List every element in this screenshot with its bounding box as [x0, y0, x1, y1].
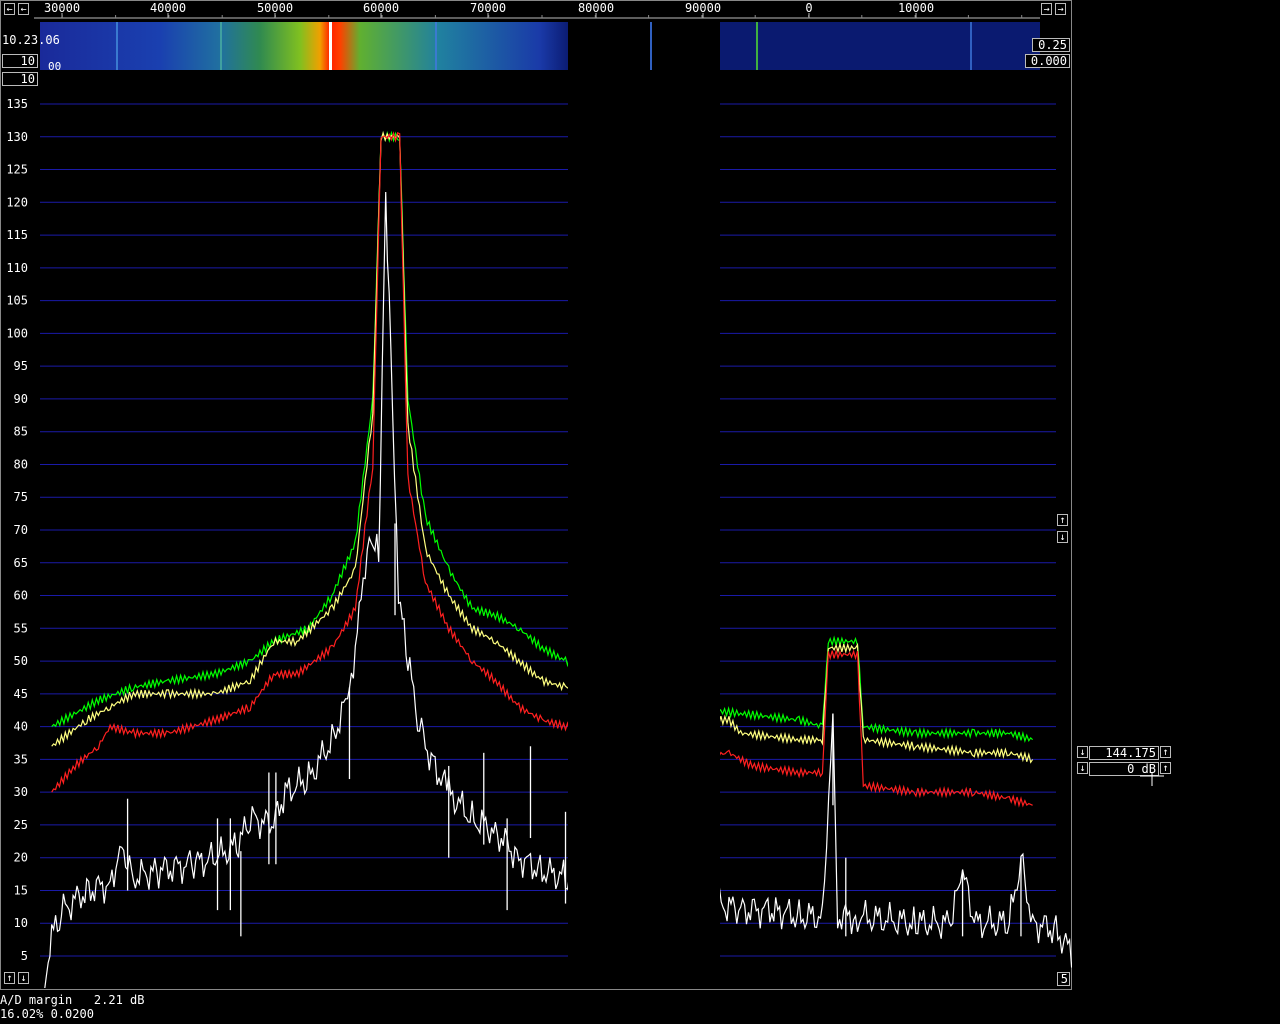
db-label: 00: [48, 60, 62, 73]
waterfall-display[interactable]: [40, 22, 1040, 70]
y-tick-label: 110: [6, 261, 28, 275]
y-tick-label: 130: [6, 130, 28, 144]
series-line-white: [44, 191, 1072, 988]
level-up-button[interactable]: ↑: [1057, 514, 1068, 526]
freq-tick-label: 50000: [257, 1, 293, 15]
gain-down-button[interactable]: ↓: [1077, 762, 1088, 774]
y-tick-label: 115: [6, 228, 28, 242]
y-tick-label: 70: [14, 523, 28, 537]
range-down-button[interactable]: ↓: [18, 972, 29, 984]
y-tick-label: 20: [14, 851, 28, 865]
freq-tick-label: 10000: [898, 1, 934, 15]
y-tick-label: 10: [14, 916, 28, 930]
frequency-ruler: 30000 40000 50000 60000 70000 80000 90000 0 1000…: [34, 1, 1040, 19]
ad-margin-text: A/D margin 2.21 dB: [0, 993, 145, 1007]
y-tick-label: 95: [14, 359, 28, 373]
main-avg-box[interactable]: 10: [2, 72, 38, 86]
freq-tick-label: 70000: [470, 1, 506, 15]
freq-tick-label: 80000: [578, 1, 614, 15]
waterfall-offset-box[interactable]: 0.000: [1025, 54, 1070, 68]
y-tick-label: 25: [14, 818, 28, 832]
series-line-yellow: [51, 130, 1034, 764]
range-up-button[interactable]: ↑: [4, 972, 15, 984]
series-line-green: [51, 130, 1034, 743]
y-tick-label: 105: [6, 294, 28, 308]
y-tick-label: 125: [6, 163, 28, 177]
clock-time: 10.23.06: [2, 33, 60, 47]
y-tick-label: 50: [14, 654, 28, 668]
y-tick-label: 30: [14, 785, 28, 799]
freq-tick-label: 0: [805, 1, 812, 15]
spectrum-chart[interactable]: 5 10 15 20 25 30 35 40 45 50 55 60 65 70 75 80 85 90 95 100…: [0, 88, 1072, 988]
y-tick-label: 100: [6, 326, 28, 340]
y-tick-label: 90: [14, 392, 28, 406]
freq-down-button[interactable]: ↓: [1077, 746, 1088, 758]
y-tick-label: 60: [14, 589, 28, 603]
avg-count-box[interactable]: 10: [2, 54, 38, 68]
freq-tick-label: 60000: [363, 1, 399, 15]
y-tick-label: 65: [14, 556, 28, 570]
y-tick-label: 55: [14, 621, 28, 635]
y-tick-label: 80: [14, 457, 28, 471]
freq-tick-label: 40000: [150, 1, 186, 15]
percentage-text: 16.02% 0.0200: [0, 1007, 94, 1021]
y-tick-label: 40: [14, 720, 28, 734]
y-tick-label: 135: [6, 97, 28, 111]
y-tick-label: 45: [14, 687, 28, 701]
y-tick-label: 15: [14, 883, 28, 897]
level-down-button[interactable]: ↓: [1057, 531, 1068, 543]
y-tick-label: 120: [6, 195, 28, 209]
series-line-red: [51, 131, 1033, 808]
freq-tick-label: 90000: [685, 1, 721, 15]
y-tick-label: 75: [14, 490, 28, 504]
freq-tick-label: 30000: [44, 1, 80, 15]
freq-up-button[interactable]: ↑: [1160, 746, 1171, 758]
blanked-region: [568, 88, 720, 968]
waterfall-gain-box[interactable]: 0.25: [1032, 38, 1070, 52]
step-box[interactable]: 5: [1057, 972, 1070, 986]
y-tick-label: 85: [14, 425, 28, 439]
y-tick-label: 35: [14, 752, 28, 766]
y-tick-label: 5: [21, 949, 28, 963]
s-meter-marker: [1140, 772, 1164, 786]
frequency-readout[interactable]: 144.175: [1089, 746, 1159, 760]
